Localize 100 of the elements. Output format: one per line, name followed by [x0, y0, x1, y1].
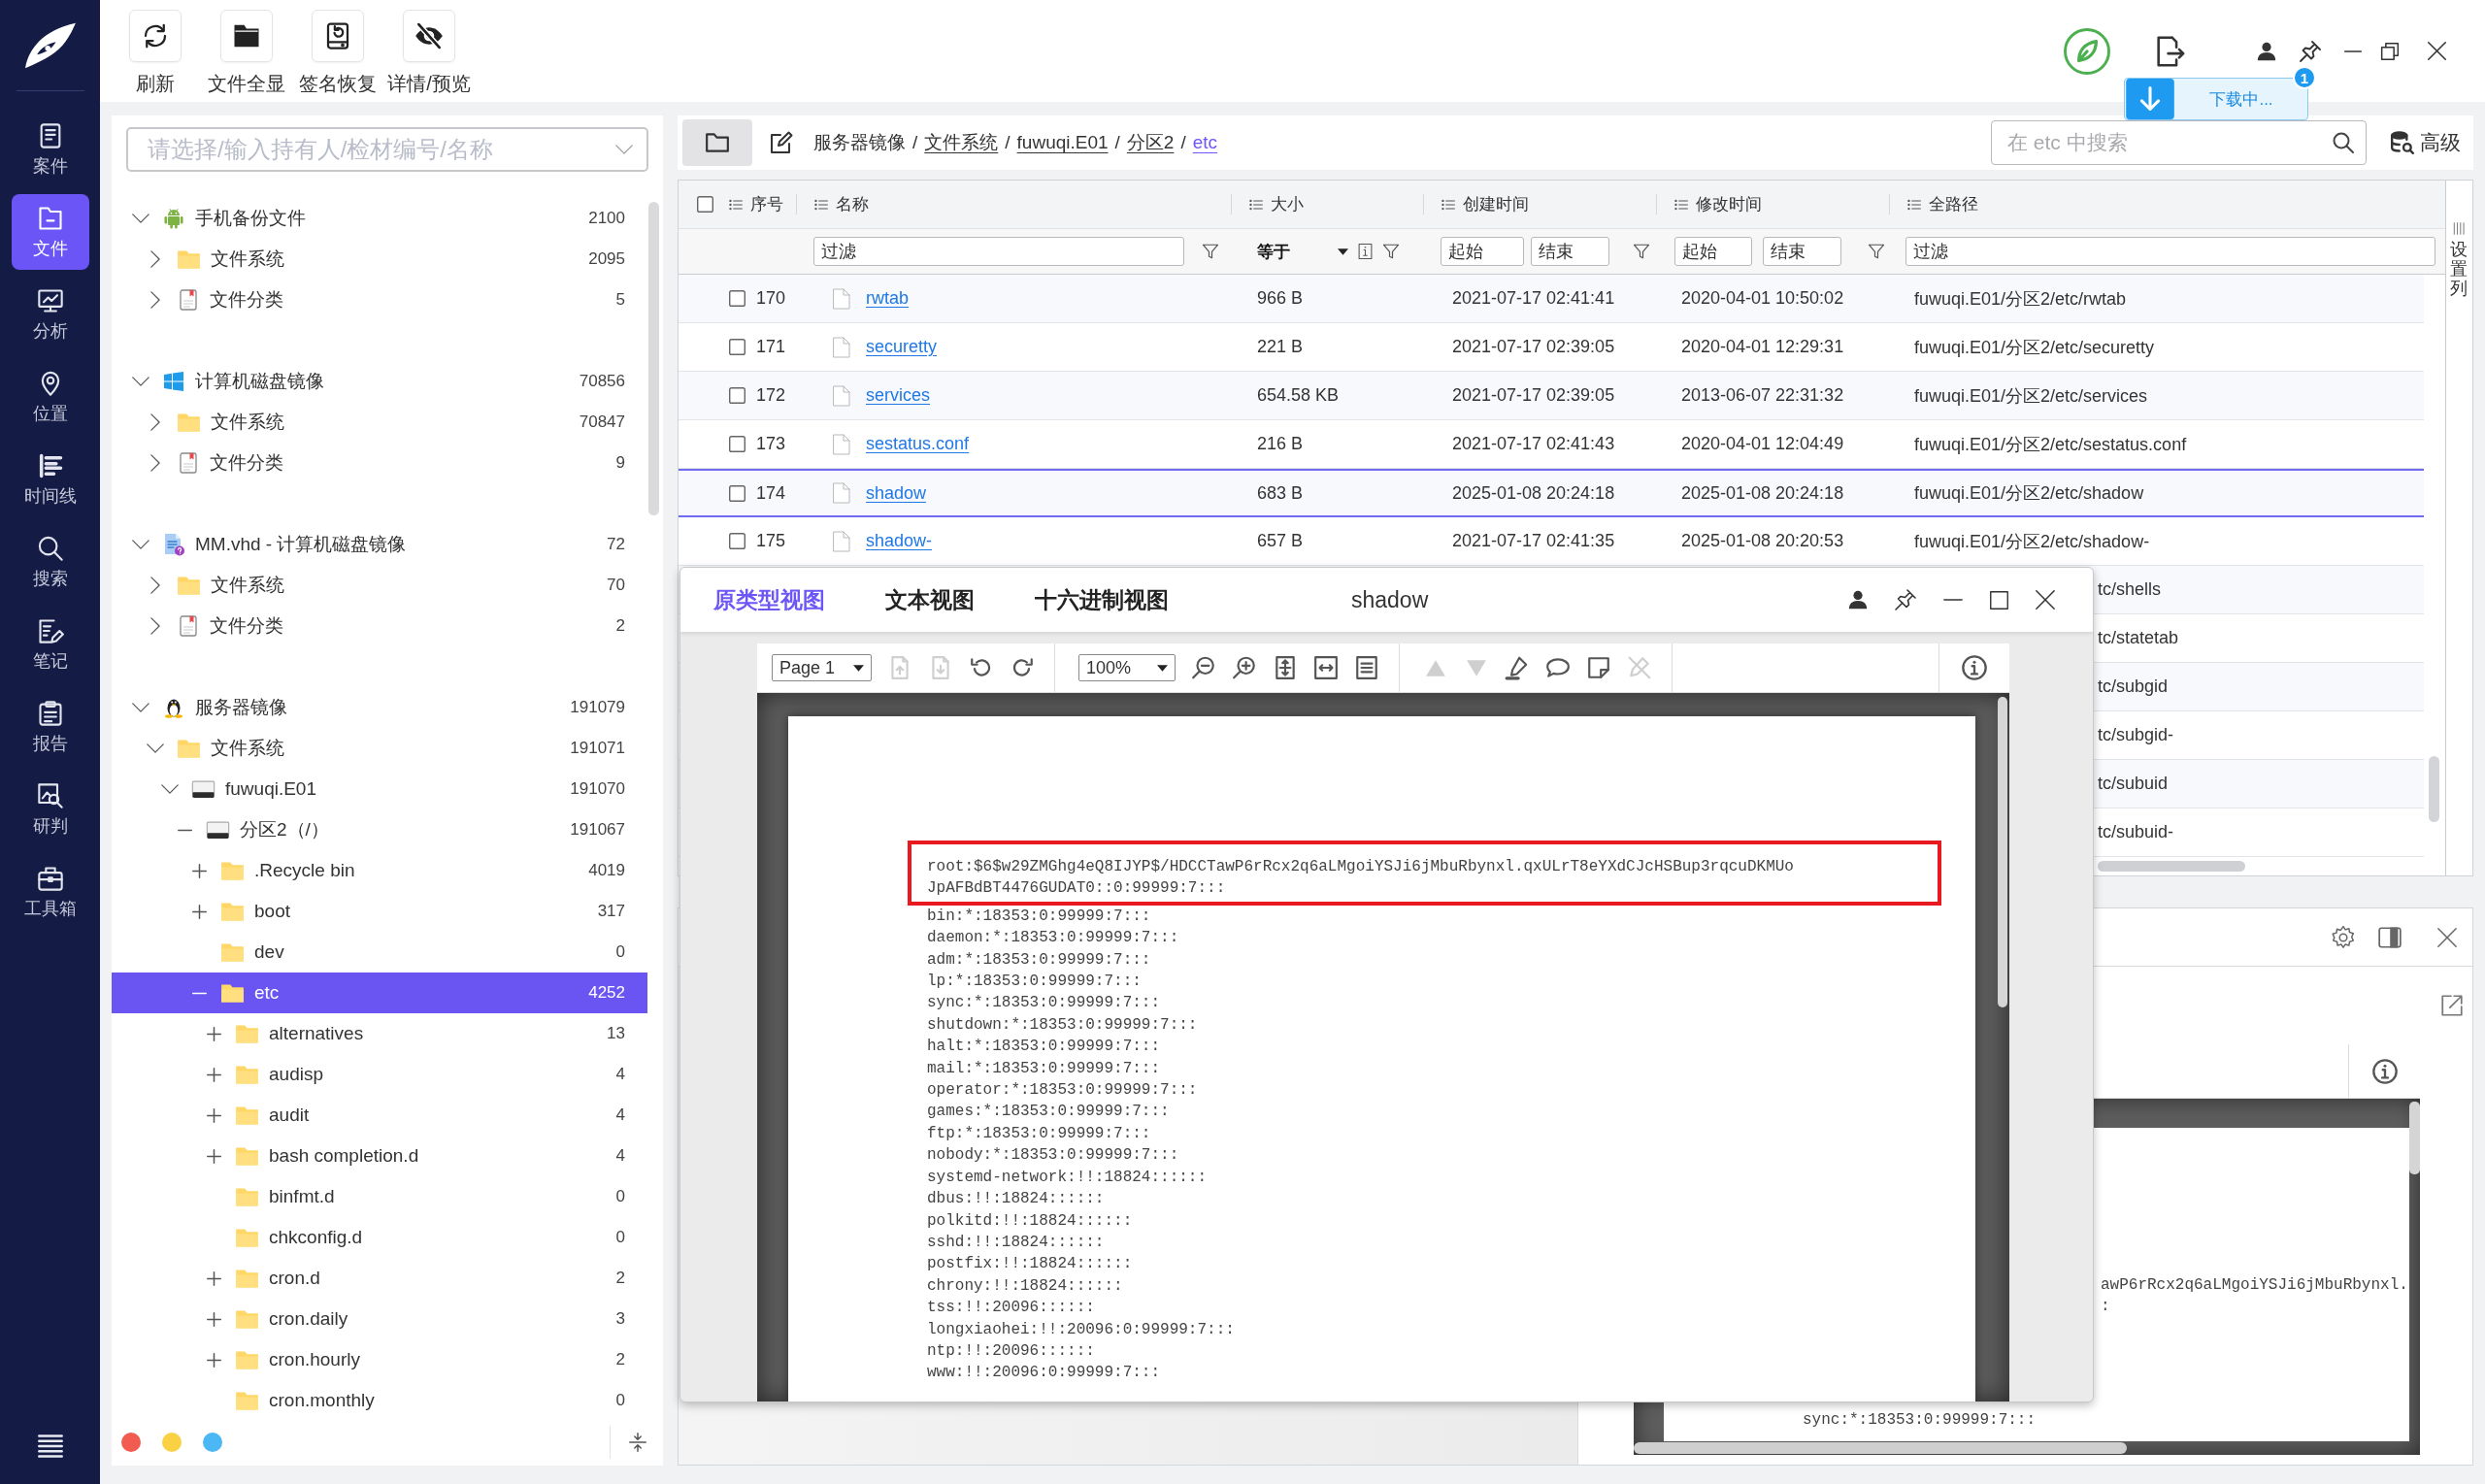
checkbox[interactable] — [729, 339, 746, 355]
view-tab[interactable]: 原类型视图 — [713, 584, 825, 615]
view-tab[interactable]: 十六进制视图 — [1035, 584, 1169, 615]
tree-item[interactable]: 文件分类 9 — [112, 443, 647, 483]
plus-icon[interactable] — [191, 863, 207, 878]
tree-item[interactable]: fuwuqi.E01 191070 — [112, 769, 647, 809]
tree-item[interactable]: chkconfig.d 0 — [112, 1217, 647, 1258]
tag-dot-icon[interactable] — [162, 1433, 182, 1452]
chevron-right-icon[interactable] — [150, 291, 160, 309]
table-row[interactable]: 172 services 654.58 KB 2021-07-17 02:39:05 2013-06-07 22:31:32 fuwuqi.E01/分区2/etc/services — [679, 372, 2424, 420]
close-icon[interactable] — [2035, 589, 2056, 610]
speech-bubble-icon[interactable] — [1545, 655, 1571, 680]
scrollbar[interactable] — [2409, 1102, 2420, 1174]
filter-field[interactable]: 过滤 — [813, 237, 1184, 266]
plus-icon[interactable] — [206, 1026, 221, 1041]
tree-item[interactable]: cron.daily 3 — [112, 1299, 647, 1339]
chevron-right-icon[interactable] — [150, 577, 160, 594]
tree-item[interactable]: etc 4252 — [112, 973, 647, 1013]
folder-button[interactable] — [682, 119, 752, 166]
user-icon[interactable] — [2256, 40, 2277, 62]
table-row[interactable]: 174 shadow 683 B 2025-01-08 20:24:18 2025-01-08 20:24:18 fuwuqi.E01/分区2/etc/shadow — [679, 469, 2424, 517]
tree-item[interactable]: cron.d 2 — [112, 1258, 647, 1299]
plus-icon[interactable] — [191, 904, 207, 919]
nav-button[interactable]: 分析 — [11, 277, 89, 352]
breadcrumb-link[interactable]: 文件系统 — [924, 130, 999, 155]
pin-icon[interactable] — [2299, 39, 2322, 63]
evidence-select[interactable]: 请选择/输入持有人/检材编号/名称 — [126, 127, 648, 172]
file-link[interactable]: services — [866, 385, 930, 406]
search-icon[interactable] — [2332, 131, 2355, 154]
restore-icon[interactable] — [2380, 41, 2400, 61]
scrollbar[interactable] — [1998, 697, 2007, 1007]
nav-button[interactable]: 案件 — [11, 112, 89, 187]
nav-button[interactable]: 文件 — [11, 194, 89, 270]
operator-select[interactable]: 等于 — [1257, 237, 1348, 266]
dropdown-select[interactable]: 100% — [1078, 654, 1176, 681]
toolbar-button[interactable]: 文件全显 — [201, 0, 292, 97]
chevron-right-icon[interactable] — [150, 617, 160, 635]
plus-icon[interactable] — [206, 1352, 221, 1368]
file-link[interactable]: sestatus.conf — [866, 434, 970, 454]
dropdown-select[interactable]: Page 1 — [772, 654, 872, 681]
settings-icon[interactable] — [2331, 924, 2356, 950]
checkbox[interactable] — [729, 290, 746, 307]
tag-dot-icon[interactable] — [121, 1433, 141, 1452]
sticky-note-icon[interactable] — [1586, 655, 1611, 680]
page-lines-icon[interactable] — [1354, 655, 1379, 680]
tree-item[interactable]: bash completion.d 4 — [112, 1136, 647, 1176]
plus-icon[interactable] — [206, 1067, 221, 1082]
tree-item[interactable]: 文件分类 2 — [112, 606, 647, 646]
start-date-field[interactable]: 起始 — [1441, 237, 1524, 266]
zoom-out-icon[interactable] — [1191, 655, 1216, 680]
search-field[interactable]: 在 etc 中搜索 — [1991, 120, 2367, 165]
nav-button[interactable]: 工具箱 — [11, 854, 89, 930]
minimize-icon[interactable] — [2343, 49, 2363, 53]
toolbar-button[interactable]: 详情/预览 — [383, 0, 475, 97]
chevron-down-icon[interactable] — [161, 784, 179, 794]
collapse-icon[interactable] — [627, 1432, 648, 1453]
plus-icon[interactable] — [206, 1107, 221, 1123]
info-icon[interactable] — [2370, 1057, 2399, 1085]
plus-icon[interactable] — [206, 1311, 221, 1327]
nav-button[interactable]: 时间线 — [11, 442, 89, 517]
pin-icon[interactable] — [1894, 588, 1917, 611]
external-link-icon[interactable] — [2439, 993, 2465, 1018]
checkbox[interactable] — [697, 196, 713, 213]
scrollbar[interactable] — [2429, 756, 2439, 822]
filter-icon[interactable] — [1382, 243, 1400, 260]
maximize-icon[interactable] — [1989, 589, 2009, 610]
file-link[interactable]: shadow — [866, 482, 927, 504]
chevron-right-icon[interactable] — [150, 250, 160, 268]
tree-item[interactable]: 文件系统 70 — [112, 565, 647, 606]
breadcrumb-link[interactable]: 分区2 — [1126, 130, 1175, 155]
checkbox[interactable] — [729, 387, 746, 404]
tag-dot-icon[interactable] — [203, 1433, 222, 1452]
tree-item[interactable]: 文件系统 2095 — [112, 239, 647, 280]
chevron-right-icon[interactable] — [150, 413, 160, 431]
fit-page-icon[interactable] — [1273, 655, 1298, 680]
tree-item[interactable]: alternatives 13 — [112, 1013, 647, 1054]
tree-item[interactable]: boot 317 — [112, 891, 647, 932]
minimize-icon[interactable] — [1942, 598, 1964, 602]
chevron-down-icon[interactable] — [132, 703, 149, 712]
advanced-search-button[interactable]: 高级 — [2390, 129, 2461, 156]
filter-icon[interactable] — [1868, 243, 1885, 260]
tree-item[interactable]: 文件分类 5 — [112, 280, 647, 320]
view-tab[interactable]: 文本视图 — [885, 584, 975, 615]
scrollbar[interactable] — [2098, 861, 2245, 872]
checkbox[interactable] — [729, 436, 746, 452]
filter-icon[interactable] — [1633, 243, 1650, 260]
split-view-icon[interactable] — [2377, 924, 2402, 950]
chevron-right-icon[interactable] — [150, 454, 160, 472]
breadcrumb-link[interactable]: fuwuqi.E01 — [1016, 132, 1109, 153]
toolbar-button[interactable]: 刷新 — [110, 0, 201, 97]
nav-button[interactable]: 搜索 — [11, 524, 89, 600]
leaf-circle-icon[interactable] — [2063, 26, 2111, 76]
checkbox[interactable] — [729, 533, 746, 549]
plus-icon[interactable] — [206, 1148, 221, 1164]
tree-item[interactable]: audisp 4 — [112, 1054, 647, 1095]
checkbox[interactable] — [729, 484, 746, 502]
fit-width-icon[interactable] — [1313, 655, 1339, 680]
nav-button[interactable]: 报告 — [11, 689, 89, 765]
tree-item[interactable]: 计算机磁盘镜像 70856 — [112, 361, 647, 402]
scrollbar[interactable] — [648, 202, 659, 515]
